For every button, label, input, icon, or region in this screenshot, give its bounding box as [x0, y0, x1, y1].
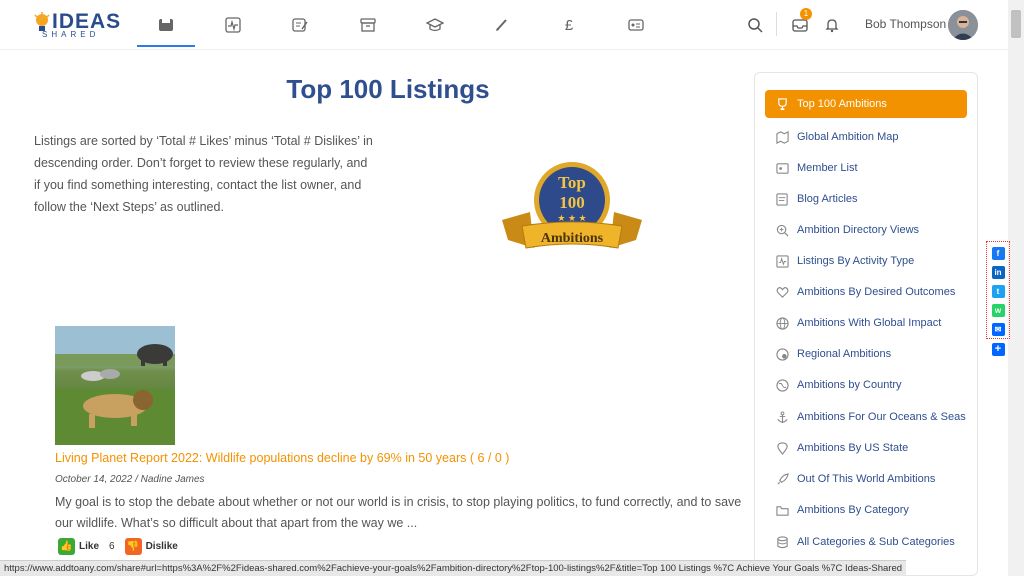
sidebar-item-ambitions-by-country[interactable]: Ambitions by Country: [765, 371, 967, 399]
share-whatsapp[interactable]: w: [986, 301, 1010, 319]
globe-icon: [775, 316, 789, 330]
id-card-icon: [775, 161, 789, 175]
logo-subtext: SHARED: [42, 30, 100, 39]
sidebar-item-label: Ambitions With Global Impact: [797, 317, 942, 329]
region-icon: [775, 347, 789, 361]
share-email[interactable]: ✉: [986, 320, 1010, 338]
country-icon: [775, 378, 789, 392]
sidebar-item-label: Listings By Activity Type: [797, 255, 915, 267]
nav-activity-icon[interactable]: [222, 14, 244, 36]
rocket-icon: [775, 472, 789, 486]
share-twitter[interactable]: t: [986, 282, 1010, 300]
listing-thumbnail[interactable]: [55, 326, 175, 445]
thumbs-down-icon[interactable]: 👎: [124, 538, 142, 555]
sidebar-item-label: Ambitions By US State: [797, 442, 909, 454]
badge-ribbon-text: Ambitions: [541, 231, 604, 246]
sidebar-item-label: Ambitions by Country: [797, 379, 902, 391]
notification-badge: 1: [800, 8, 812, 20]
share-more[interactable]: +: [986, 340, 1010, 358]
sidebar-item-ambitions-by-category[interactable]: Ambitions By Category: [765, 496, 967, 524]
site-logo[interactable]: IDEAS SHARED: [34, 10, 120, 40]
activity-icon: [775, 254, 789, 268]
nav-pencil-icon[interactable]: [491, 14, 513, 36]
map-pin-icon: [775, 441, 789, 455]
sidebar-item-label: Regional Ambitions: [797, 348, 892, 360]
sidebar-item-member-list[interactable]: Member List: [765, 154, 967, 182]
sidebar-item-listings-by-activity-type[interactable]: Listings By Activity Type: [765, 247, 967, 275]
sidebar-item-ambition-directory-views[interactable]: Ambition Directory Views: [765, 216, 967, 244]
page-title: Top 100 Listings: [286, 74, 490, 104]
share-linkedin[interactable]: in: [986, 263, 1010, 281]
nav-edit-document-icon[interactable]: [289, 14, 311, 36]
like-label[interactable]: Like: [79, 541, 99, 552]
sidebar-item-all-categories-sub-categories[interactable]: All Categories & Sub Categories: [765, 528, 967, 556]
user-name[interactable]: Bob Thompson: [865, 17, 946, 31]
listing-meta: October 14, 2022 / Nadine James: [55, 474, 205, 485]
sidebar-item-label: Blog Articles: [797, 193, 858, 205]
search-icon[interactable]: [744, 14, 766, 36]
user-avatar[interactable]: [948, 10, 978, 40]
map-icon: [775, 130, 789, 144]
divider: [776, 12, 777, 36]
top-navigation-bar: IDEAS SHARED £ 1 Bob Thompson: [0, 0, 1008, 50]
linkedin-icon: in: [991, 265, 1005, 279]
sidebar-item-label: Ambitions By Category: [797, 504, 909, 516]
nav-pound-icon[interactable]: £: [558, 14, 580, 36]
facebook-icon: f: [991, 246, 1005, 260]
sidebar-item-global-ambition-map[interactable]: Global Ambition Map: [765, 123, 967, 151]
nav-graduation-cap-icon[interactable]: [424, 14, 446, 36]
sidebar-item-top-100-ambitions[interactable]: Top 100 Ambitions: [765, 90, 967, 118]
article-icon: [775, 192, 789, 206]
badge-text-100: 100: [559, 193, 585, 212]
sidebar-item-label: Member List: [797, 162, 858, 174]
intro-text: Listings are sorted by ‘Total # Likes’ m…: [34, 134, 373, 214]
plus-icon: +: [991, 342, 1005, 356]
listing-excerpt: My goal is to stop the debate about whet…: [55, 495, 742, 530]
sidebar-item-ambitions-for-our-oceans-seas[interactable]: Ambitions For Our Oceans & Seas: [765, 403, 967, 431]
database-icon: [775, 535, 789, 549]
sidebar-item-label: Ambitions For Our Oceans & Seas: [797, 411, 966, 423]
nav-id-card-icon[interactable]: [625, 14, 647, 36]
sidebar-item-out-of-this-world-ambitions[interactable]: Out Of This World Ambitions: [765, 465, 967, 493]
badge-text-top: Top: [558, 173, 586, 192]
sidebar-item-label: Out Of This World Ambitions: [797, 473, 936, 485]
scrollbar-thumb[interactable]: [1011, 10, 1021, 38]
email-icon: ✉: [991, 322, 1005, 336]
nav-archive-icon[interactable]: [357, 14, 379, 36]
top-100-ambitions-badge: Top 100 ★ ★ ★ Ambitions: [502, 162, 642, 249]
folder-icon: [775, 503, 789, 517]
twitter-icon: t: [991, 284, 1005, 298]
sidebar-menu: Top 100 Ambitions Global Ambition Map Me…: [754, 72, 978, 576]
whatsapp-icon: w: [991, 303, 1005, 317]
sidebar-item-ambitions-with-global-impact[interactable]: Ambitions With Global Impact: [765, 309, 967, 337]
anchor-icon: [775, 410, 789, 424]
sidebar-item-label: Ambition Directory Views: [797, 224, 920, 236]
meta-separator: /: [135, 474, 138, 485]
nav-active-indicator: [137, 45, 195, 47]
sidebar-item-ambitions-by-desired-outcomes[interactable]: Ambitions By Desired Outcomes: [765, 278, 967, 306]
sidebar-item-blog-articles[interactable]: Blog Articles: [765, 185, 967, 213]
dislike-label[interactable]: Dislike: [146, 541, 178, 552]
sidebar-item-label: All Categories & Sub Categories: [797, 536, 955, 548]
browser-status-url: https://www.addtoany.com/share#url=https…: [0, 560, 906, 576]
nav-dashboard-icon[interactable]: [155, 14, 177, 36]
thumbs-up-icon[interactable]: 👍: [58, 538, 75, 555]
listing-title-link[interactable]: Living Planet Report 2022: Wildlife popu…: [55, 451, 509, 465]
heart-icon: [775, 285, 789, 299]
sidebar-item-label: Top 100 Ambitions: [797, 98, 887, 110]
listing-date: October 14, 2022: [55, 474, 133, 485]
trophy-icon: [775, 97, 789, 111]
share-facebook[interactable]: f: [986, 244, 1010, 262]
listing-author[interactable]: Nadine James: [141, 474, 205, 485]
search-plus-icon: [775, 223, 789, 237]
like-dislike-row: 👍 Like 6 👎 Dislike: [58, 538, 178, 555]
like-count: 6: [109, 541, 115, 552]
bell-icon[interactable]: [821, 14, 843, 36]
sidebar-item-regional-ambitions[interactable]: Regional Ambitions: [765, 340, 967, 368]
sidebar-item-ambitions-by-us-state[interactable]: Ambitions By US State: [765, 434, 967, 462]
sidebar-item-label: Ambitions By Desired Outcomes: [797, 286, 956, 298]
sidebar-item-label: Global Ambition Map: [797, 131, 899, 143]
page-scrollbar[interactable]: [1008, 0, 1024, 576]
